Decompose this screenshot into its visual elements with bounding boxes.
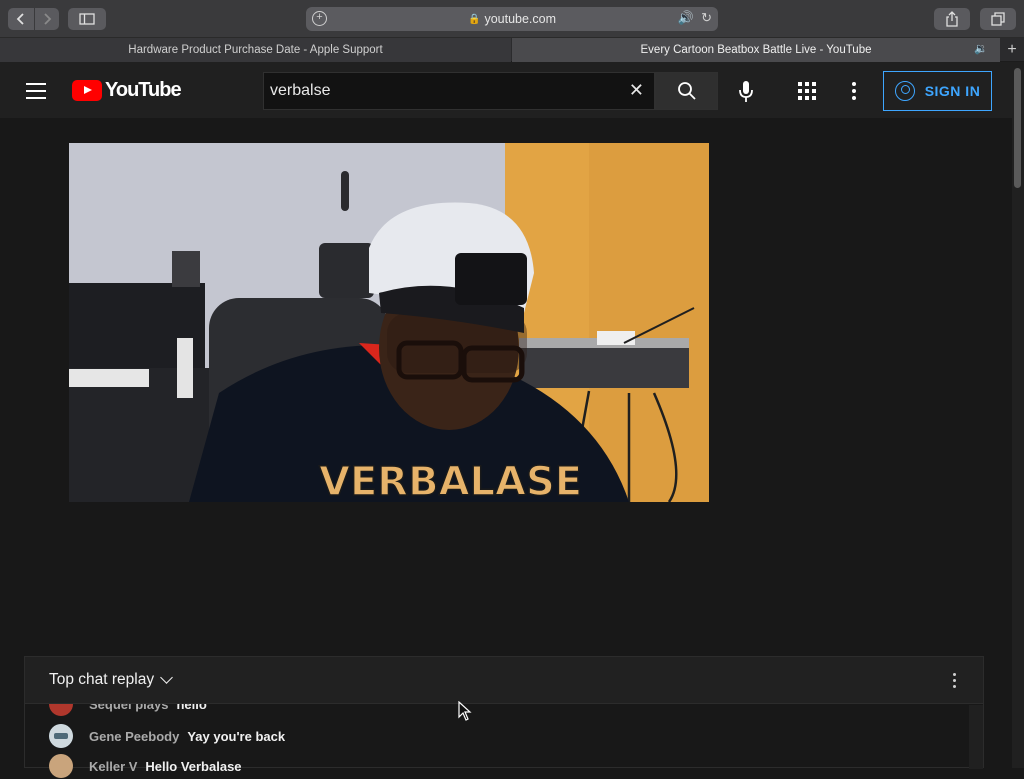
speaker-icon[interactable]: 🔉 <box>974 42 988 55</box>
add-bookmark-icon[interactable]: + <box>312 11 327 26</box>
browser-toolbar: + 🔒 youtube.com 🔊 ↻ <box>0 0 1024 38</box>
tab-youtube[interactable]: Every Cartoon Beatbox Battle Live - YouT… <box>512 38 1000 62</box>
chat-mode-dropdown[interactable]: Top chat replay <box>49 671 173 689</box>
back-button[interactable] <box>8 8 34 30</box>
scrollbar-thumb[interactable] <box>1014 68 1021 188</box>
youtube-logo[interactable]: YouTube <box>72 79 182 102</box>
chevron-left-icon <box>16 13 24 25</box>
youtube-play-icon <box>72 80 102 101</box>
sidebar-toggle-button[interactable] <box>68 8 106 30</box>
search-input[interactable] <box>270 82 610 100</box>
mouse-cursor-icon <box>458 701 472 721</box>
search-icon <box>677 82 696 100</box>
forward-button[interactable] <box>35 8 59 30</box>
clear-search-icon[interactable]: ✕ <box>629 80 644 101</box>
sign-in-label: SIGN IN <box>924 83 981 99</box>
new-tab-button[interactable]: + <box>1000 38 1024 62</box>
avatar[interactable] <box>49 754 73 778</box>
chevron-down-icon <box>160 671 173 684</box>
lock-icon: 🔒 <box>467 13 481 25</box>
account-icon <box>894 81 915 101</box>
share-button[interactable] <box>934 8 970 30</box>
logo-text: YouTube <box>105 79 182 101</box>
tab-apple-support[interactable]: Hardware Product Purchase Date - Apple S… <box>0 38 511 62</box>
chat-scrollbar[interactable] <box>969 705 983 769</box>
chat-author[interactable]: Keller V <box>89 759 137 774</box>
sidebar-icon <box>79 13 95 25</box>
page-scrollbar[interactable] <box>1012 62 1024 768</box>
address-text: youtube.com <box>484 12 557 26</box>
video-frame: VERBALASE <box>69 143 709 502</box>
reload-icon[interactable]: ↻ <box>701 10 712 26</box>
search-button[interactable] <box>655 72 718 110</box>
speaker-icon[interactable]: 🔊 <box>678 10 694 26</box>
address-bar[interactable]: + 🔒 youtube.com 🔊 ↻ <box>306 7 718 31</box>
chat-text: Yay you're back <box>187 728 286 744</box>
chat-text: Hello Verbalase <box>145 758 242 774</box>
share-icon <box>946 11 958 27</box>
tab-bar: Hardware Product Purchase Date - Apple S… <box>0 38 1024 62</box>
apps-icon[interactable] <box>798 82 816 100</box>
chat-message: Keller V Hello Verbalase <box>49 753 242 779</box>
settings-menu-icon[interactable] <box>852 82 856 103</box>
chat-message: Gene Peebody Yay you're back <box>49 723 285 749</box>
tab-overview-button[interactable] <box>980 8 1016 30</box>
chevron-right-icon <box>44 13 52 25</box>
chat-title: Top chat replay <box>49 671 155 688</box>
chat-menu-icon[interactable] <box>953 673 957 691</box>
shirt-print: VERBALASE <box>319 459 582 502</box>
chat-author[interactable]: Gene Peebody <box>89 729 179 744</box>
youtube-header: YouTube ✕ SIGN IN <box>0 62 1012 118</box>
tab-title: Every Cartoon Beatbox Battle Live - YouT… <box>640 44 872 56</box>
chat-panel: Top chat replay Sequel plays hello Gene … <box>24 656 984 778</box>
video-player[interactable]: VERBALASE <box>69 143 709 502</box>
menu-icon[interactable] <box>26 83 46 104</box>
sign-in-button[interactable]: SIGN IN <box>883 71 992 111</box>
search-box: ✕ <box>263 72 655 110</box>
plus-icon: + <box>1007 41 1017 58</box>
avatar[interactable] <box>49 724 73 748</box>
tabs-icon <box>991 12 1005 26</box>
microphone-icon[interactable] <box>736 80 756 104</box>
tab-title: Hardware Product Purchase Date - Apple S… <box>128 44 383 56</box>
